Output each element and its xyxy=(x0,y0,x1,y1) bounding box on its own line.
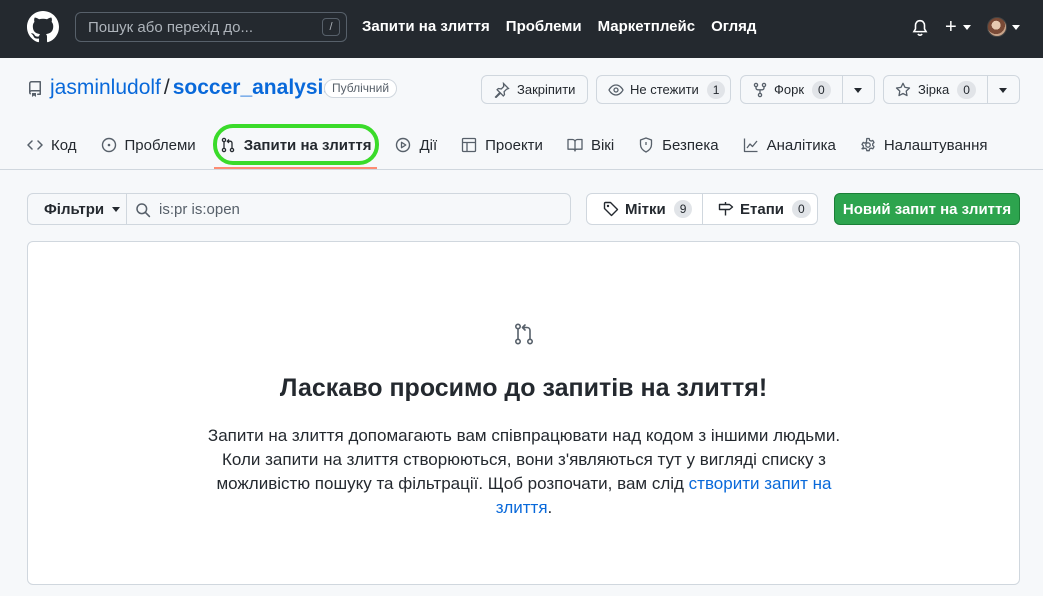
gear-icon xyxy=(861,137,875,152)
repo-icon xyxy=(28,81,41,97)
watch-label: Не стежити xyxy=(630,82,699,97)
graph-icon xyxy=(743,138,758,153)
blankslate-description: Запити на злиття допомагають вам співпра… xyxy=(188,424,860,520)
visibility-badge: Публічний xyxy=(324,79,398,98)
tab-label: Безпека xyxy=(662,136,719,154)
blankslate: Ласкаво просимо до запитів на злиття! За… xyxy=(27,241,1020,585)
milestones-label: Етапи xyxy=(740,200,784,218)
labels-count: 9 xyxy=(673,200,693,218)
search-icon xyxy=(136,203,151,218)
pin-label: Закріпити xyxy=(517,82,576,97)
chevron-down-icon[interactable] xyxy=(854,88,862,93)
tab-label: Аналітика xyxy=(766,136,836,154)
eye-icon xyxy=(608,83,624,96)
chevron-down-icon xyxy=(112,206,121,212)
tab-label: Проблеми xyxy=(124,136,196,154)
labels-milestones-group: Мітки 9 Етапи 0 xyxy=(586,193,818,225)
tab-label: Вікі xyxy=(590,136,615,154)
book-icon xyxy=(567,138,583,152)
tab-insights[interactable]: Аналітика xyxy=(743,132,836,158)
repo-title: jasminludolf / soccer_analysis xyxy=(50,76,335,100)
star-label: Зірка xyxy=(918,82,950,97)
blankslate-title: Ласкаво просимо до запитів на злиття! xyxy=(279,374,768,402)
code-icon xyxy=(27,140,43,150)
chevron-down-icon[interactable] xyxy=(1012,25,1020,30)
tab-actions[interactable]: Дії xyxy=(395,132,437,158)
tab-security[interactable]: Безпека xyxy=(638,132,719,158)
repo-name-link[interactable]: soccer_analysis xyxy=(173,76,335,99)
tab-issues[interactable]: Проблеми xyxy=(101,132,196,158)
fork-count: 0 xyxy=(812,80,831,99)
repository-header: jasminludolf / soccer_analysis Публічний З… xyxy=(0,58,1043,170)
nav-marketplace[interactable]: Маркетплейс xyxy=(598,18,695,35)
milestone-icon xyxy=(718,202,734,216)
pin-icon xyxy=(494,81,510,98)
filters-dropdown[interactable]: Фільтри xyxy=(27,193,127,225)
star-button[interactable]: Зірка 0 xyxy=(883,75,1020,104)
bell-icon[interactable] xyxy=(911,18,929,38)
repo-title-separator: / xyxy=(163,76,170,99)
milestones-count: 0 xyxy=(791,200,811,218)
table-icon xyxy=(461,137,477,153)
play-icon xyxy=(396,137,411,153)
milestones-button[interactable]: Етапи 0 xyxy=(703,194,811,224)
github-logo-icon[interactable] xyxy=(27,11,59,43)
tab-label: Запити на злиття xyxy=(243,136,372,154)
nav-explore[interactable]: Огляд xyxy=(711,18,756,35)
nav-issues[interactable]: Проблеми xyxy=(506,18,582,35)
chevron-down-icon[interactable] xyxy=(963,25,971,30)
tag-icon xyxy=(603,201,619,217)
new-pull-request-button[interactable]: Новий запит на злиття xyxy=(834,193,1020,225)
tab-code[interactable]: Код xyxy=(27,132,77,158)
filter-search[interactable] xyxy=(126,193,571,225)
filters-label: Фільтри xyxy=(44,200,105,218)
repo-tabs: Код Проблеми Запити на злиття Дії Проект… xyxy=(27,132,1012,170)
global-search[interactable]: / xyxy=(75,12,347,42)
filter-query-input[interactable] xyxy=(159,194,559,224)
fork-label: Форк xyxy=(774,82,805,97)
pull-request-icon xyxy=(514,323,534,345)
chevron-down-icon[interactable] xyxy=(999,88,1007,93)
pull-request-icon xyxy=(221,137,234,153)
issue-icon xyxy=(101,137,116,153)
pin-button[interactable]: Закріпити xyxy=(481,75,588,104)
star-icon xyxy=(895,82,911,96)
watch-count: 1 xyxy=(706,80,726,99)
tab-pull-requests[interactable]: Запити на злиття xyxy=(213,132,378,169)
button-divider xyxy=(842,75,843,104)
tab-label: Код xyxy=(51,136,77,154)
tab-settings[interactable]: Налаштування xyxy=(860,132,988,158)
search-shortcut-key: / xyxy=(322,18,340,36)
fork-button[interactable]: Форк 0 xyxy=(740,75,875,104)
tab-label: Проекти xyxy=(485,136,543,154)
unwatch-button[interactable]: Не стежити 1 xyxy=(596,75,731,104)
tab-label: Налаштування xyxy=(883,136,988,154)
search-input[interactable] xyxy=(76,13,316,41)
avatar[interactable] xyxy=(987,17,1007,37)
plus-icon[interactable]: + xyxy=(945,16,957,38)
repo-owner-link[interactable]: jasminludolf xyxy=(50,76,161,99)
global-header: / Запити на злиття Проблеми Маркетплейс … xyxy=(0,0,1043,58)
global-nav: Запити на злиття Проблеми Маркетплейс Ог… xyxy=(362,18,756,35)
fork-icon xyxy=(753,82,767,97)
labels-label: Мітки xyxy=(625,200,666,218)
filter-bar: Фільтри xyxy=(27,193,571,225)
tab-projects[interactable]: Проекти xyxy=(461,132,543,158)
button-divider xyxy=(987,75,988,104)
star-count: 0 xyxy=(957,80,976,99)
blankslate-text-end: . xyxy=(547,498,553,517)
tab-label: Дії xyxy=(419,136,438,154)
shield-icon xyxy=(640,137,653,153)
active-tab-underline xyxy=(213,167,378,169)
tab-wiki[interactable]: Вікі xyxy=(567,132,614,158)
nav-pull-requests[interactable]: Запити на злиття xyxy=(362,18,490,35)
labels-button[interactable]: Мітки 9 xyxy=(587,194,703,224)
